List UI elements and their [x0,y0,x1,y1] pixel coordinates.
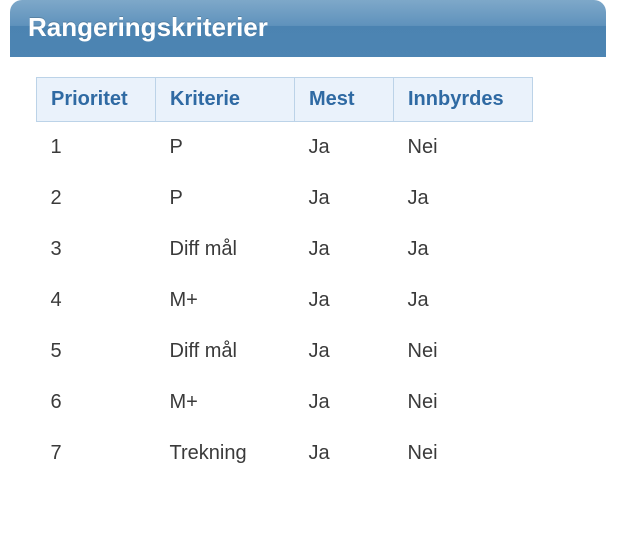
cell-mest: Ja [295,377,394,428]
cell-prioritet: 5 [37,326,156,377]
cell-innbyrdes: Ja [394,224,533,275]
table-row: 2 P Ja Ja [37,173,533,224]
table-row: 6 M+ Ja Nei [37,377,533,428]
column-header-kriterie: Kriterie [156,78,295,122]
column-header-prioritet: Prioritet [37,78,156,122]
table-row: 5 Diff mål Ja Nei [37,326,533,377]
cell-kriterie: P [156,122,295,174]
criteria-table-wrap: Prioritet Kriterie Mest Innbyrdes 1 P Ja… [36,77,606,479]
cell-prioritet: 7 [37,428,156,479]
column-header-innbyrdes: Innbyrdes [394,78,533,122]
cell-prioritet: 3 [37,224,156,275]
table-row: 3 Diff mål Ja Ja [37,224,533,275]
cell-mest: Ja [295,173,394,224]
cell-kriterie: P [156,173,295,224]
cell-innbyrdes: Nei [394,122,533,174]
cell-innbyrdes: Nei [394,326,533,377]
cell-mest: Ja [295,224,394,275]
table-header-row: Prioritet Kriterie Mest Innbyrdes [37,78,533,122]
criteria-table: Prioritet Kriterie Mest Innbyrdes 1 P Ja… [36,77,533,479]
cell-innbyrdes: Nei [394,377,533,428]
table-row: 1 P Ja Nei [37,122,533,174]
table-row: 4 M+ Ja Ja [37,275,533,326]
cell-prioritet: 4 [37,275,156,326]
panel-title: Rangeringskriterier [10,0,606,57]
cell-kriterie: Diff mål [156,224,295,275]
cell-mest: Ja [295,275,394,326]
cell-innbyrdes: Ja [394,173,533,224]
cell-prioritet: 6 [37,377,156,428]
column-header-mest: Mest [295,78,394,122]
cell-innbyrdes: Nei [394,428,533,479]
cell-kriterie: Diff mål [156,326,295,377]
cell-mest: Ja [295,122,394,174]
cell-mest: Ja [295,428,394,479]
cell-kriterie: M+ [156,377,295,428]
cell-prioritet: 2 [37,173,156,224]
cell-kriterie: M+ [156,275,295,326]
table-row: 7 Trekning Ja Nei [37,428,533,479]
ranking-criteria-panel: Rangeringskriterier Prioritet Kriterie M… [10,0,606,479]
cell-prioritet: 1 [37,122,156,174]
cell-kriterie: Trekning [156,428,295,479]
cell-innbyrdes: Ja [394,275,533,326]
cell-mest: Ja [295,326,394,377]
